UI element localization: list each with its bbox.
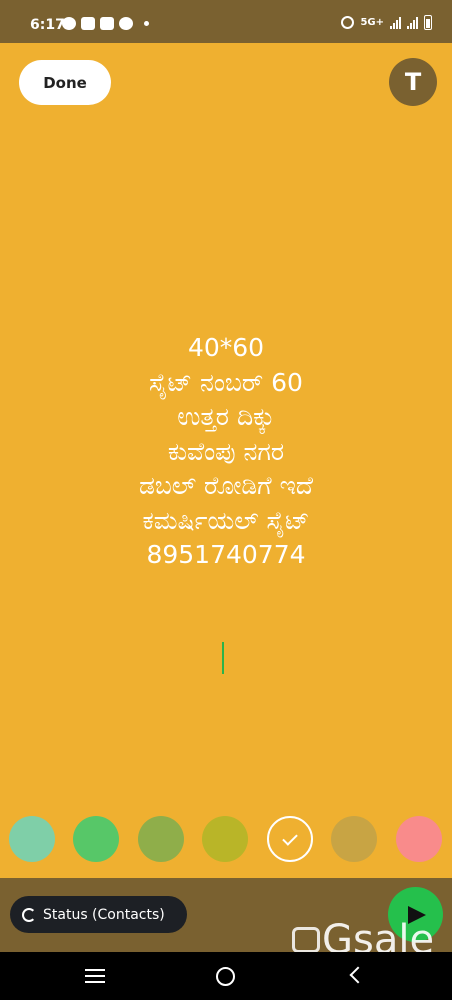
color-swatch[interactable] [138, 816, 184, 862]
network-type: 5G+ [360, 17, 384, 28]
color-swatch[interactable] [331, 816, 377, 862]
status-text-line: ಉತ್ತರ ದಿಕ್ಕು [177, 402, 275, 431]
battery-icon [424, 15, 432, 30]
car-icon [81, 17, 95, 30]
status-text-line: 40*60 [187, 333, 265, 362]
system-navigation-bar [0, 952, 452, 1000]
color-swatch[interactable] [73, 816, 119, 862]
status-text-editor[interactable]: 40*60 ಸೈಟ್ ನಂಬರ್ 60 ಉತ್ತರ ದಿಕ್ಕು ಕುವೆಂಪು ನಗ… [0, 331, 452, 573]
youtube-icon [100, 17, 114, 30]
recent-apps-icon[interactable] [85, 969, 105, 983]
status-audience-button[interactable]: Status (Contacts) [10, 896, 187, 933]
text-cursor [222, 642, 224, 674]
status-text-line: ಸೈಟ್ ನಂಬರ್ 60 [149, 367, 303, 397]
status-text-line: 8951740774 [146, 540, 306, 569]
status-text-line: ಕಮರ್ಷಿಯಲ್ ಸೈಟ್ [142, 505, 310, 535]
more-notifications-dot-icon [144, 21, 149, 26]
done-button[interactable]: Done [19, 60, 111, 105]
signal-icon-sim2 [407, 16, 418, 29]
status-text-line: ಡಬಲ್ ರೋಡಿಗೆ ಇದೆ [138, 471, 314, 500]
system-status-bar: 6:17 5G+ [0, 0, 452, 43]
color-swatch[interactable] [9, 816, 55, 862]
text-style-button[interactable]: T [389, 58, 437, 106]
status-time: 6:17 [30, 17, 65, 33]
back-icon[interactable] [349, 966, 367, 984]
privacy-icon [22, 907, 36, 922]
system-indicators: 5G+ [341, 15, 432, 30]
color-swatch-selected[interactable] [267, 816, 313, 862]
gsale-logo-icon [292, 927, 320, 953]
signal-icon [390, 16, 401, 29]
background-color-palette [0, 816, 452, 866]
data-saver-icon [119, 17, 133, 30]
notification-icons [62, 17, 149, 30]
whatsapp-icon [62, 17, 76, 30]
color-swatch[interactable] [396, 816, 442, 862]
status-audience-label: Status (Contacts) [43, 906, 165, 923]
home-icon[interactable] [216, 967, 235, 986]
alarm-icon [341, 16, 355, 29]
status-text-line: ಕುವೆಂಪು ನಗರ [167, 436, 285, 466]
check-icon [282, 829, 298, 846]
color-swatch[interactable] [202, 816, 248, 862]
